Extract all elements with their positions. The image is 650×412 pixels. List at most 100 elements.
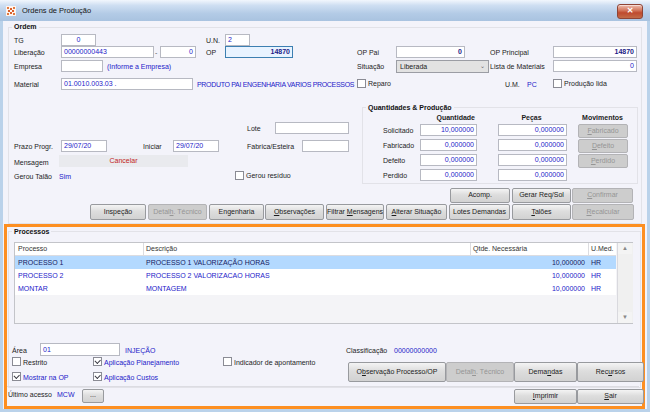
window-title: Ordens de Produção	[22, 7, 91, 15]
chevron-down-icon: ⌄	[480, 61, 485, 72]
tg-input[interactable]: 0	[61, 34, 96, 46]
recursos-button[interactable]: Recursos	[577, 362, 644, 382]
row2-processo: PROCESSO 2	[18, 272, 64, 280]
scroll-down-icon[interactable]: ▼	[618, 312, 632, 323]
detalh-tecnico-button[interactable]: Detalh. Técnico	[148, 204, 207, 220]
fabricado-pecas-input[interactable]: 0,000000	[498, 139, 567, 151]
observacoes-button[interactable]: Observações	[265, 204, 324, 220]
gerar-req-button[interactable]: Gerar Req/Sol	[512, 188, 571, 203]
footer-separator	[7, 386, 639, 387]
indicador-checkbox[interactable]	[223, 357, 232, 366]
aplicacao-custos-checkbox[interactable]	[93, 372, 102, 381]
iniciar-input[interactable]: 29/07/20	[173, 140, 219, 152]
row3-processo: MONTAR	[18, 285, 48, 293]
area-input[interactable]: 01	[40, 343, 120, 356]
fabrica-esteira-label: Fabrica/Esteira	[247, 143, 294, 151]
reparo-checkbox[interactable]	[357, 79, 366, 88]
th-processo[interactable]: Processo	[18, 245, 47, 253]
op-principal-label: OP Principal	[490, 49, 529, 57]
recalcular-button[interactable]: Recalcular	[572, 204, 634, 220]
alterar-situacao-button[interactable]: Alterar Situação	[386, 204, 447, 220]
producao-lida-checkbox[interactable]	[553, 79, 562, 88]
inspecao-button[interactable]: Inspeção	[90, 204, 146, 220]
demandas-button[interactable]: Demandas	[514, 362, 577, 382]
empresa-input[interactable]	[61, 60, 103, 72]
op-pai-input[interactable]: 0	[396, 46, 465, 58]
classificacao-value: 00000000000	[394, 347, 437, 355]
empresa-hint: (Informe a Empresa)	[107, 63, 171, 71]
aplicacao-planejamento-label: Aplicação Planejamento	[104, 359, 179, 367]
aplicacao-planejamento-checkbox[interactable]	[93, 357, 102, 366]
row1-processo: PROCESSO 1	[18, 259, 64, 267]
ordem-legend: Ordem	[12, 23, 39, 31]
table-scrollbar[interactable]	[617, 243, 633, 323]
mensagem-label: Mensagem	[14, 159, 49, 167]
observacao-processo-button[interactable]: Observação Processo/OP	[348, 362, 446, 382]
fabricado-qtd-input[interactable]: 0,000000	[420, 139, 477, 151]
lista-materiais-input[interactable]: 0	[553, 60, 637, 72]
col-quantidade: Quantidade	[420, 114, 475, 122]
table-row-1[interactable]: PROCESSO 1 PROCESSO 1 VALORIZAÇÃO HORAS …	[15, 256, 616, 269]
detalh-tecnico2-button[interactable]: Detalh. Técnico	[446, 362, 514, 382]
mensagem-value: Cancelar	[59, 155, 188, 167]
area-label: Área	[12, 347, 27, 355]
lotes-demandas-button[interactable]: Lotes Demandas	[449, 204, 510, 220]
filtrar-mensagens-button[interactable]: Filtrar Mensagens	[326, 204, 384, 220]
acomp-button[interactable]: Acomp.	[450, 188, 510, 203]
material-desc: PRODUTO PAI ENGENHARIA VARIOS PROCESSOS	[197, 81, 354, 89]
taloes-button[interactable]: Talões	[512, 204, 571, 220]
liberacao2-input[interactable]: 0	[160, 46, 196, 58]
imprimir-button[interactable]: Imprimir	[514, 389, 577, 404]
lote-input[interactable]	[275, 122, 349, 134]
material-input[interactable]: 01.0010.003.03 .	[61, 78, 193, 90]
solicitado-qtd-input[interactable]: 10,000000	[420, 124, 477, 136]
un-label: U.N.	[206, 37, 220, 45]
mensagem-field: Cancelar	[59, 155, 188, 167]
fabricado-label: Fabricado	[383, 142, 414, 150]
defeito-pecas-input[interactable]: 0,000000	[498, 154, 567, 166]
liberacao-input[interactable]: 00000000443	[61, 46, 154, 58]
gerou-residuo-label: Gerou resíduo	[246, 172, 291, 180]
col-sep-2	[470, 243, 471, 255]
dots-button[interactable]: ...	[82, 389, 104, 403]
col-sep-3	[588, 243, 589, 255]
op-input[interactable]: 14870	[225, 46, 293, 58]
op-principal-input[interactable]: 14870	[553, 46, 637, 58]
app-icon	[6, 6, 16, 16]
restrito-checkbox[interactable]	[12, 357, 21, 366]
perdido-qtd-input[interactable]: 0,000000	[420, 169, 477, 181]
gerou-residuo-checkbox[interactable]	[235, 171, 244, 180]
perdido-pecas-input[interactable]: 0,000000	[498, 169, 567, 181]
mov-perdido-button[interactable]: Perdido	[578, 154, 628, 168]
defeito-label: Defeito	[383, 157, 405, 165]
row1-descricao: PROCESSO 1 VALORIZAÇÃO HORAS	[146, 259, 270, 267]
prazo-input[interactable]: 29/07/20	[61, 140, 107, 152]
mov-defeito-button[interactable]: Defeito	[578, 139, 628, 153]
gerou-talao-label: Gerou Talão	[14, 173, 52, 181]
th-umed[interactable]: U.Med.	[591, 245, 614, 253]
material-label: Material	[14, 81, 39, 89]
solicitado-label: Solicitado	[383, 127, 413, 135]
area-desc: INJEÇÃO	[125, 347, 155, 355]
scroll-up-icon[interactable]: ▲	[618, 243, 632, 254]
close-button[interactable]: ✕	[617, 4, 643, 19]
table-row-3[interactable]: MONTAR MONTAGEM 10,000000 HR	[15, 282, 616, 295]
mov-fabricado-button[interactable]: Fabricado	[578, 124, 628, 138]
fabrica-esteira-input[interactable]	[302, 140, 349, 152]
engenharia-button[interactable]: Engenharia	[209, 204, 264, 220]
liberacao-separator: -	[155, 49, 157, 57]
un-input[interactable]: 2	[225, 34, 250, 46]
solicitado-pecas-input[interactable]: 0,000000	[498, 124, 567, 136]
situacao-label: Situação	[357, 63, 384, 71]
um-label: U.M.	[505, 81, 520, 89]
th-descricao[interactable]: Descrição	[146, 245, 177, 253]
table-row-2[interactable]: PROCESSO 2 PROCESSO 2 VALORIZACAO HORAS …	[15, 269, 616, 282]
th-qtde[interactable]: Qtde. Necessária	[473, 245, 527, 253]
mostrar-op-checkbox[interactable]	[12, 372, 21, 381]
col-sep-1	[143, 243, 144, 255]
sair-button[interactable]: Sair	[577, 389, 644, 404]
situacao-select[interactable]: Liberada ⌄	[396, 60, 489, 73]
ultimo-acesso-label: Último acesso	[8, 391, 52, 399]
defeito-qtd-input[interactable]: 0,000000	[420, 154, 477, 166]
confirmar-button[interactable]: Confirmar	[572, 188, 633, 203]
